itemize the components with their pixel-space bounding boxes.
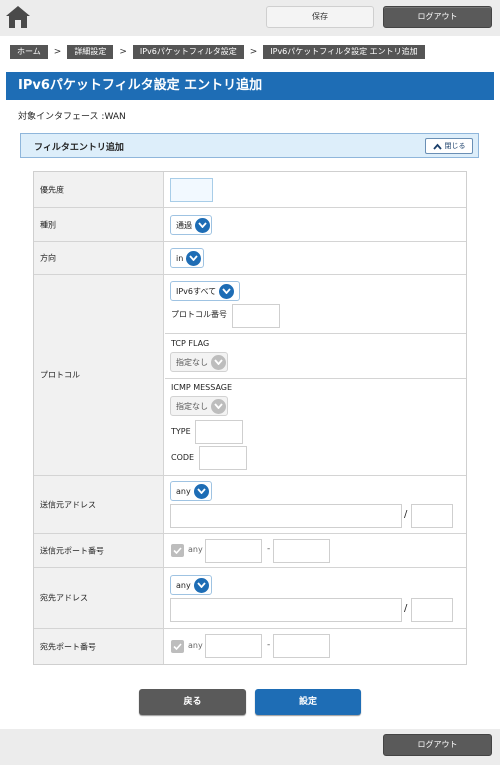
collapse-label: 閉じる — [444, 142, 466, 150]
source-prefix-input[interactable] — [411, 504, 453, 528]
icmp-message-select[interactable]: 指定なし — [170, 396, 228, 416]
chevron-down-icon — [211, 398, 226, 414]
footer-bar: ログアウト — [0, 729, 500, 765]
chevron-down-icon — [193, 483, 209, 499]
icmp-code-label: CODE — [171, 453, 195, 462]
submit-button[interactable]: 設定 — [255, 689, 361, 715]
footer-logout-button[interactable]: ログアウト — [383, 734, 492, 756]
icmp-type-label: TYPE — [171, 427, 191, 436]
source-port-label: 送信元ポート番号 — [40, 546, 104, 555]
check-icon — [173, 547, 182, 554]
source-port-from-input[interactable] — [205, 539, 262, 563]
breadcrumb-item-home[interactable]: ホーム — [10, 45, 48, 59]
protocol-number-label: プロトコル番号 — [171, 310, 227, 319]
divider — [165, 333, 466, 334]
destination-address-input[interactable] — [170, 598, 402, 622]
direction-select[interactable]: in — [170, 248, 204, 268]
icmp-code-input[interactable] — [199, 446, 247, 470]
destination-address-label: 宛先アドレス — [40, 593, 88, 603]
source-address-input[interactable] — [170, 504, 402, 528]
source-address-selected-value: any — [176, 486, 191, 496]
destination-port-to-input[interactable] — [273, 634, 330, 658]
icmp-message-label: ICMP MESSAGE — [171, 383, 233, 392]
tcp-flag-label: TCP FLAG — [171, 339, 210, 348]
direction-label: 方向 — [40, 253, 56, 263]
chevron-down-icon — [186, 250, 202, 266]
home-icon[interactable] — [4, 4, 32, 30]
breadcrumb-separator: > — [249, 47, 258, 57]
prefix-slash: / — [404, 509, 408, 520]
back-button[interactable]: 戻る — [139, 689, 246, 715]
destination-address-selected-value: any — [176, 580, 191, 590]
protocol-select[interactable]: IPv6すべて — [170, 281, 240, 301]
source-port-to-input[interactable] — [273, 539, 330, 563]
row-protocol: プロトコル IPv6すべて プロトコル番号 TCP FLAG 指定なし ICMP… — [34, 275, 466, 476]
chevron-down-icon — [195, 217, 210, 233]
range-dash: - — [267, 544, 271, 554]
source-address-label: 送信元アドレス — [40, 500, 96, 509]
page-title: IPv6パケットフィルタ設定 エントリ追加 — [6, 72, 494, 100]
source-address-select[interactable]: any — [170, 481, 212, 501]
destination-port-label: 宛先ポート番号 — [40, 642, 96, 651]
source-port-any-label: any — [188, 545, 203, 554]
top-bar: 保存 ログアウト — [0, 0, 500, 36]
destination-port-any-checkbox[interactable] — [171, 640, 184, 653]
row-direction: 方向 in — [34, 242, 466, 275]
icmp-type-input[interactable] — [195, 420, 243, 444]
priority-label: 優先度 — [40, 185, 64, 194]
direction-selected-value: in — [176, 253, 184, 263]
breadcrumb-item-advanced[interactable]: 詳細設定 — [67, 45, 114, 59]
protocol-selected-value: IPv6すべて — [176, 286, 217, 296]
breadcrumb-separator: > — [119, 47, 127, 57]
prefix-slash: / — [404, 603, 408, 614]
type-select[interactable]: 通過 — [170, 215, 212, 235]
breadcrumb: ホーム > 詳細設定 > IPv6パケットフィルタ設定 > IPv6パケットフィ… — [10, 44, 425, 60]
source-port-any-checkbox[interactable] — [171, 544, 184, 557]
target-interface: 対象インタフェース :WAN — [18, 112, 126, 122]
tcp-flag-selected-value: 指定なし — [176, 357, 208, 367]
destination-address-select[interactable]: any — [170, 575, 212, 595]
type-selected-value: 通過 — [176, 220, 192, 230]
breadcrumb-separator: > — [53, 47, 62, 57]
priority-input[interactable] — [170, 178, 213, 202]
row-source-port: 送信元ポート番号 any - — [34, 534, 466, 568]
protocol-label: プロトコル — [40, 370, 80, 380]
section-title: フィルタエントリ追加 — [34, 143, 124, 153]
row-priority: 優先度 — [34, 172, 466, 208]
icmp-selected-value: 指定なし — [176, 401, 208, 411]
destination-port-from-input[interactable] — [205, 634, 262, 658]
collapse-button[interactable]: 閉じる — [425, 138, 473, 154]
section-header: フィルタエントリ追加 閉じる — [20, 133, 479, 158]
chevron-up-icon — [432, 143, 442, 150]
check-icon — [173, 643, 182, 650]
row-type: 種別 通過 — [34, 208, 466, 242]
type-label: 種別 — [40, 220, 56, 229]
save-button[interactable]: 保存 — [266, 6, 374, 28]
breadcrumb-item-current: IPv6パケットフィルタ設定 エントリ追加 — [263, 45, 425, 59]
divider — [165, 378, 466, 379]
protocol-number-input[interactable] — [232, 304, 280, 328]
logout-button[interactable]: ログアウト — [383, 6, 492, 28]
row-destination-address: 宛先アドレス any / — [34, 568, 466, 629]
filter-entry-form: 優先度 種別 通過 方向 in プロトコル IPv6すべて プロトコル番号 TC… — [33, 171, 467, 665]
chevron-down-icon — [219, 283, 235, 299]
chevron-down-icon — [193, 577, 209, 593]
row-source-address: 送信元アドレス any / — [34, 476, 466, 534]
row-destination-port: 宛先ポート番号 any - — [34, 629, 466, 664]
breadcrumb-item-ipv6-filter[interactable]: IPv6パケットフィルタ設定 — [132, 45, 244, 59]
tcp-flag-select[interactable]: 指定なし — [170, 352, 228, 372]
destination-prefix-input[interactable] — [411, 598, 453, 622]
range-dash: - — [267, 640, 271, 650]
destination-port-any-label: any — [188, 641, 203, 650]
chevron-down-icon — [211, 354, 226, 370]
